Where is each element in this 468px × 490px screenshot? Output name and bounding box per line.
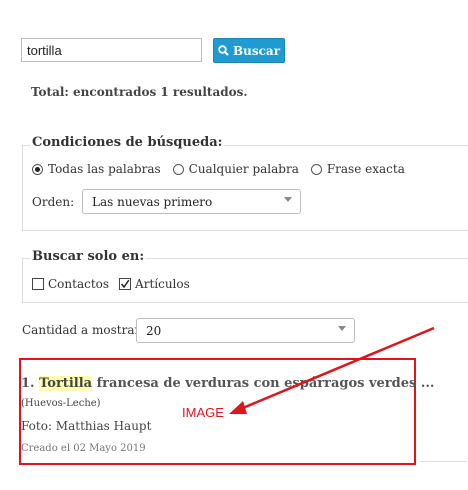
annotation-arrow-icon <box>229 326 435 414</box>
